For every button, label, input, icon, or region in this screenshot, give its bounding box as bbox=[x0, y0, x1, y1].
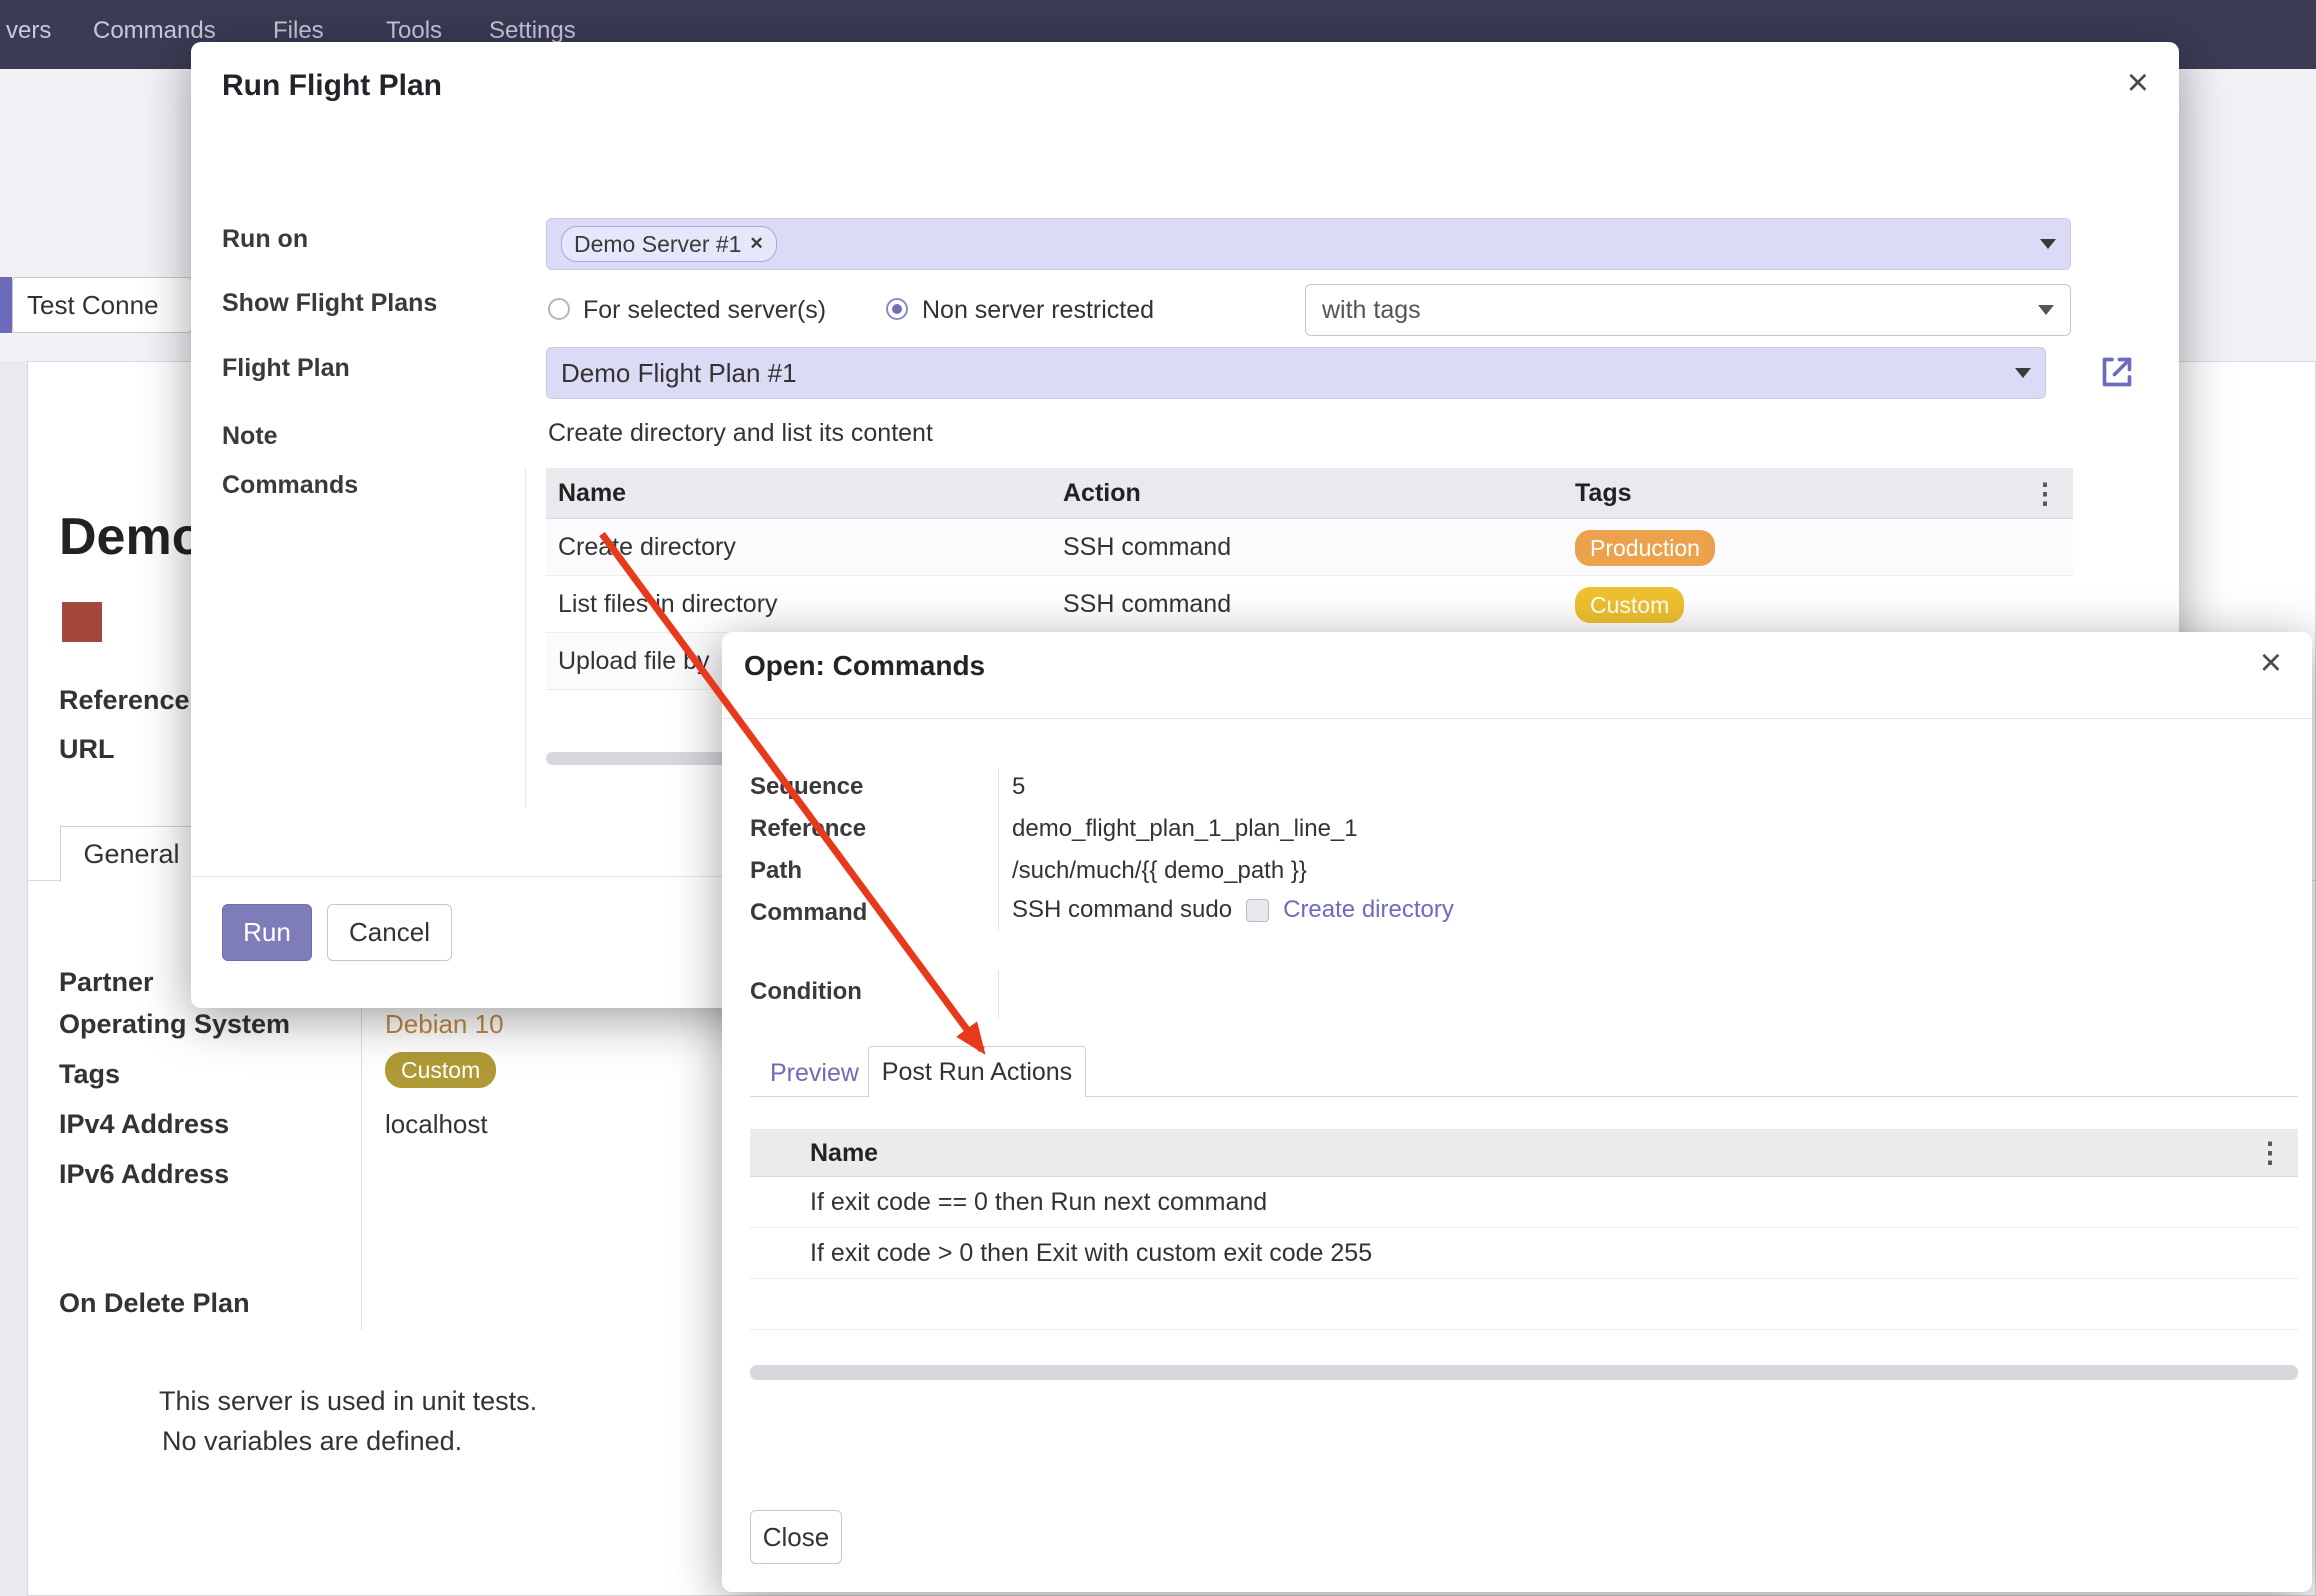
tags-value: Custom bbox=[385, 1052, 496, 1088]
commands-table-header: Name Action Tags ⋮ bbox=[546, 468, 2073, 519]
value-column-divider bbox=[998, 970, 999, 1018]
flight-plan-value: Demo Flight Plan #1 bbox=[561, 358, 797, 389]
page-title: Demo bbox=[59, 508, 203, 566]
tab-preview[interactable]: Preview bbox=[770, 1058, 859, 1088]
run-button[interactable]: Run bbox=[222, 904, 312, 961]
run-on-label: Run on bbox=[222, 224, 308, 254]
tags-label: Tags bbox=[59, 1058, 120, 1090]
radio-non-server-restricted-label: Non server restricted bbox=[922, 295, 1154, 325]
tag-custom-pill[interactable]: Custom bbox=[385, 1052, 496, 1088]
cell-action: SSH command bbox=[1063, 576, 1231, 633]
test-connection-button[interactable]: Test Conne bbox=[12, 277, 192, 333]
tab-general[interactable]: General bbox=[60, 826, 203, 882]
col-action[interactable]: Action bbox=[1063, 468, 1141, 519]
command-value-row: SSH command sudo Create directory bbox=[1012, 895, 1454, 925]
col-tags[interactable]: Tags bbox=[1575, 468, 1632, 519]
field-column-divider bbox=[361, 964, 362, 1330]
dialog-title: Run Flight Plan bbox=[222, 68, 442, 104]
reference-label: Reference bbox=[750, 814, 866, 844]
ipv6-label: IPv6 Address bbox=[59, 1158, 229, 1190]
note-value: Create directory and list its content bbox=[548, 418, 933, 448]
sequence-label: Sequence bbox=[750, 772, 863, 802]
radio-selected-servers[interactable] bbox=[548, 298, 570, 320]
reference-value: demo_flight_plan_1_plan_line_1 bbox=[1012, 814, 1358, 844]
col-name[interactable]: Name bbox=[810, 1129, 878, 1177]
create-directory-link[interactable]: Create directory bbox=[1283, 896, 1454, 924]
server-tag-chip[interactable]: Demo Server #1 ✕ bbox=[561, 226, 777, 262]
condition-label: Condition bbox=[750, 977, 862, 1007]
screen: vers Commands Files Tools Settings Test … bbox=[0, 0, 2316, 1596]
tag-production-pill: Production bbox=[1575, 530, 1715, 566]
primary-button-fragment[interactable] bbox=[0, 277, 12, 333]
command-value: SSH command sudo bbox=[1012, 895, 1232, 925]
value-column-divider bbox=[998, 768, 999, 930]
table-row[interactable]: List files in directory SSH command Cust… bbox=[546, 576, 2073, 633]
table-row-empty bbox=[750, 1279, 2298, 1330]
reference-label: Reference bbox=[59, 684, 190, 716]
radio-non-server-restricted[interactable] bbox=[886, 298, 908, 320]
note-label: Note bbox=[222, 421, 278, 451]
table-row[interactable]: If exit code > 0 then Exit with custom e… bbox=[750, 1228, 2298, 1279]
radio-dot-icon bbox=[892, 304, 902, 314]
horizontal-scrollbar[interactable] bbox=[750, 1365, 2298, 1380]
kebab-menu-icon[interactable]: ⋮ bbox=[2031, 468, 2059, 519]
ipv4-label: IPv4 Address bbox=[59, 1108, 229, 1140]
close-icon[interactable]: × bbox=[2260, 644, 2282, 682]
open-commands-dialog: Open: Commands × Sequence 5 Reference de… bbox=[722, 632, 2312, 1592]
cell-action: SSH command bbox=[1063, 519, 1231, 576]
sequence-value: 5 bbox=[1012, 772, 1025, 802]
tab-post-run-actions[interactable]: Post Run Actions bbox=[868, 1046, 1086, 1097]
with-tags-select[interactable]: with tags bbox=[1305, 284, 2071, 336]
external-link-icon[interactable] bbox=[2097, 352, 2137, 392]
actions-table-header: Name ⋮ bbox=[750, 1129, 2298, 1177]
show-flight-plans-label: Show Flight Plans bbox=[222, 288, 437, 318]
header-divider bbox=[722, 718, 2312, 719]
with-tags-value: with tags bbox=[1322, 296, 1421, 325]
chevron-down-icon bbox=[2015, 368, 2031, 378]
cell-tags: Production bbox=[1575, 530, 1715, 566]
ipv4-value: localhost bbox=[385, 1108, 488, 1140]
nav-item-servers[interactable]: vers bbox=[6, 16, 51, 46]
cell-tags: Custom bbox=[1575, 587, 1684, 623]
tag-custom-pill: Custom bbox=[1575, 587, 1684, 623]
sheet-divider bbox=[525, 468, 526, 808]
on-delete-plan-label: On Delete Plan bbox=[59, 1287, 250, 1319]
command-label: Command bbox=[750, 898, 867, 928]
kebab-menu-icon[interactable]: ⋮ bbox=[2256, 1129, 2284, 1177]
cell-name: Create directory bbox=[558, 519, 736, 576]
path-label: Path bbox=[750, 856, 802, 886]
table-row[interactable]: Create directory SSH command Production bbox=[546, 519, 2073, 576]
server-tag-label: Demo Server #1 bbox=[574, 230, 741, 258]
operating-system-label: Operating System bbox=[59, 1008, 290, 1040]
radio-selected-servers-label: For selected server(s) bbox=[583, 295, 826, 325]
remove-tag-icon[interactable]: ✕ bbox=[749, 230, 763, 258]
commands-label: Commands bbox=[222, 470, 358, 500]
flight-plan-input[interactable]: Demo Flight Plan #1 bbox=[546, 347, 2046, 399]
cell-name: If exit code == 0 then Run next command bbox=[810, 1177, 1267, 1227]
cell-name: List files in directory bbox=[558, 576, 778, 633]
close-icon[interactable]: × bbox=[2127, 64, 2149, 102]
sudo-checkbox[interactable] bbox=[1246, 899, 1269, 922]
run-on-input[interactable]: Demo Server #1 ✕ bbox=[546, 218, 2071, 270]
cell-name: If exit code > 0 then Exit with custom e… bbox=[810, 1228, 1372, 1278]
flight-plan-label: Flight Plan bbox=[222, 353, 350, 383]
chevron-down-icon bbox=[2040, 239, 2056, 249]
dialog-title: Open: Commands bbox=[744, 648, 985, 684]
unit-note-line2: No variables are defined. bbox=[162, 1424, 462, 1458]
color-swatch[interactable] bbox=[62, 602, 102, 642]
table-row[interactable]: If exit code == 0 then Run next command bbox=[750, 1177, 2298, 1228]
partner-label: Partner bbox=[59, 966, 154, 998]
operating-system-value[interactable]: Debian 10 bbox=[385, 1008, 504, 1040]
path-value: /such/much/{{ demo_path }} bbox=[1012, 856, 1307, 886]
chevron-down-icon bbox=[2038, 305, 2054, 315]
url-label: URL bbox=[59, 733, 115, 765]
cell-name: Upload file by bbox=[558, 633, 709, 690]
cancel-button[interactable]: Cancel bbox=[327, 904, 452, 961]
close-button[interactable]: Close bbox=[750, 1510, 842, 1564]
unit-note-line1: This server is used in unit tests. bbox=[159, 1384, 537, 1418]
col-name[interactable]: Name bbox=[558, 468, 626, 519]
